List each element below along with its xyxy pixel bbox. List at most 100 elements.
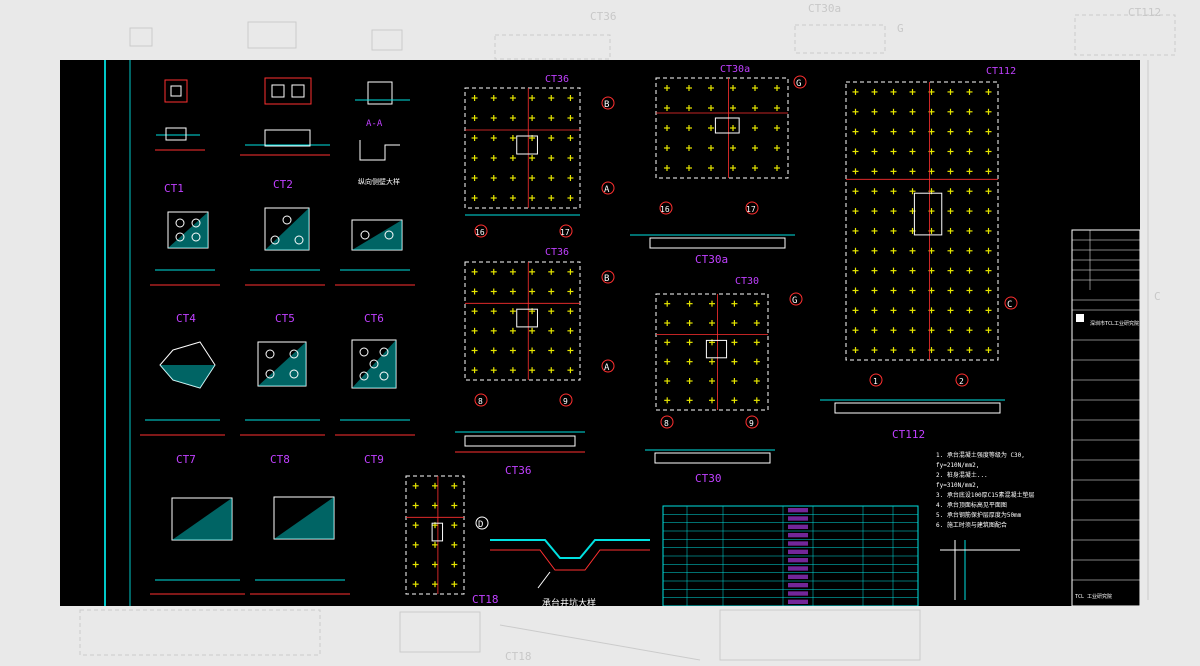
pile-marker	[871, 327, 878, 334]
pile-marker	[753, 300, 760, 307]
pile-marker	[947, 108, 954, 115]
plan-ct36-upper[interactable]: CT36 B A 16 17	[464, 74, 615, 238]
pile-marker	[548, 155, 555, 161]
pile-marker	[686, 378, 693, 384]
ghost-label: CT36	[590, 10, 617, 23]
column-detail[interactable]	[940, 540, 1020, 600]
pile-marker	[852, 168, 859, 175]
pile-cap-label: CT7	[176, 453, 196, 466]
pile-marker	[509, 268, 516, 275]
pile-cap-ct9[interactable]: CT9	[335, 339, 415, 466]
pile-cap-ct4[interactable]: CT4	[150, 211, 220, 325]
pile-marker	[490, 367, 497, 374]
pile-marker	[509, 155, 516, 161]
svg-text:C: C	[1154, 290, 1161, 303]
pile-marker	[852, 247, 859, 254]
pile-marker	[947, 287, 954, 294]
pile-marker	[490, 175, 497, 181]
pile-marker	[753, 358, 760, 365]
pile-marker	[709, 378, 715, 384]
section-ct36[interactable]: CT36	[455, 431, 585, 477]
plan-ct18[interactable]: D CT18	[405, 475, 499, 606]
pile-cap-label: CT9	[364, 453, 384, 466]
axis-bubble: C	[1007, 300, 1012, 310]
pile-marker	[471, 268, 478, 275]
pile-marker	[708, 105, 714, 111]
axis-bubble: 9	[749, 419, 754, 428]
pile-marker	[451, 522, 458, 529]
pile-marker	[548, 367, 555, 374]
pile-marker	[664, 105, 670, 111]
plan-ct30a[interactable]: CT30a G 16 17 CT30a	[630, 64, 807, 266]
pile-marker	[686, 145, 692, 151]
pile-cap-ct2[interactable]: CT2	[240, 77, 330, 191]
pile-marker	[985, 128, 992, 135]
pile-marker	[548, 347, 555, 354]
pile-marker	[909, 267, 916, 274]
pile-marker	[890, 88, 897, 95]
section-a-a[interactable]: A-A 纵向侧壁大样	[355, 81, 410, 186]
pile-marker	[985, 247, 992, 254]
axis-bubble: A	[604, 185, 610, 195]
pile-marker	[985, 327, 992, 334]
plan-ct36-lower[interactable]: CT36 B A 8 9	[464, 247, 615, 407]
pile-cap-label: CT5	[275, 312, 295, 325]
pile-cap-ct8[interactable]: CT8	[240, 341, 325, 466]
pile-cap-lower-middle[interactable]	[250, 496, 350, 595]
pile-marker	[966, 287, 973, 294]
pile-marker	[774, 125, 780, 131]
pile-marker	[529, 288, 536, 295]
pile-marker	[708, 145, 714, 151]
pile-marker	[909, 307, 916, 314]
pile-marker	[567, 195, 574, 201]
pile-cap-ct1[interactable]: CT1	[155, 79, 205, 195]
axis-bubble: 17	[746, 205, 756, 214]
pit-detail[interactable]: 承台井坑大样	[490, 539, 650, 606]
plan-label: CT30	[735, 276, 759, 287]
pile-marker	[529, 155, 536, 161]
pile-marker	[774, 85, 780, 91]
pile-cap-ct5[interactable]: CT5	[245, 207, 325, 325]
pile-cap-lower-left[interactable]	[150, 497, 245, 595]
title-block[interactable]: 深圳市TCL工业研究院 TCL 工业研究院	[1071, 229, 1140, 606]
pile-marker	[708, 85, 714, 91]
pile-marker	[753, 339, 760, 346]
table-cell	[788, 533, 808, 538]
table-cell	[788, 574, 808, 579]
pile-marker	[985, 267, 992, 274]
pile-marker	[432, 581, 438, 588]
pile-marker	[509, 175, 516, 181]
pile-marker	[966, 148, 973, 155]
pile-marker	[852, 307, 859, 314]
pile-marker	[664, 339, 671, 346]
cad-drawing-canvas[interactable]: CT1 CT2 A-A 纵向侧壁大样 CT4 CT5 CT6 CT7 CT8 C…	[60, 60, 1140, 606]
ghost-label: CT30a	[808, 2, 841, 15]
plan-ct30[interactable]: CT30 G 8 9 CT30	[645, 276, 803, 485]
pile-marker	[708, 165, 714, 171]
pile-marker	[947, 247, 954, 254]
pile-marker	[412, 561, 419, 568]
axis-bubble: D	[478, 520, 483, 530]
pile-cap-ct6[interactable]: CT6	[335, 219, 415, 325]
note-line: 6. 施工时须与建筑图配合	[936, 521, 1007, 529]
plan-label: CT36	[545, 247, 569, 258]
pile-marker	[752, 85, 758, 91]
pile-marker	[985, 227, 992, 234]
pile-marker	[567, 367, 574, 374]
pile-marker	[529, 327, 536, 334]
plan-ct112[interactable]: CT112 C 1 2 CT112	[820, 66, 1018, 441]
pile-marker	[731, 358, 738, 365]
pile-marker	[947, 227, 954, 234]
pile-cap-ct7[interactable]: CT7	[140, 341, 225, 466]
pile-marker	[686, 105, 692, 111]
pile-marker	[567, 308, 574, 315]
reinforcement-table[interactable]	[662, 505, 919, 606]
pile-marker	[909, 88, 916, 95]
pile-marker	[852, 88, 859, 95]
pile-marker	[412, 581, 419, 588]
note-line: fy=310N/mm2,	[936, 482, 979, 489]
pile-marker	[664, 320, 671, 326]
pile-marker	[890, 108, 897, 115]
pile-marker	[947, 188, 954, 195]
pile-marker	[852, 188, 859, 195]
